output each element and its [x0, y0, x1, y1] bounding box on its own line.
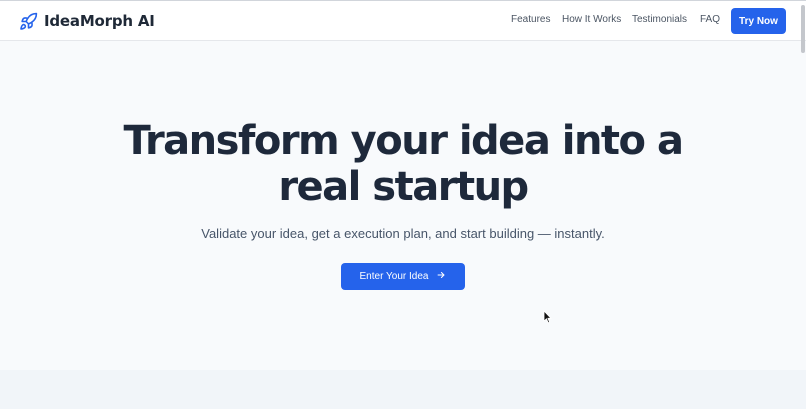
brand-name: IdeaMorph AI	[44, 12, 155, 30]
enter-your-idea-label: Enter Your Idea	[359, 271, 429, 282]
hero-subtitle: Validate your idea, get a execution plan…	[201, 226, 605, 241]
nav-item-testimonials[interactable]: Testimonials	[632, 14, 687, 25]
nav-item-features[interactable]: Features	[511, 14, 550, 25]
hero-title-line-2: real startup	[278, 164, 529, 210]
mouse-cursor-icon	[543, 310, 552, 324]
next-section	[0, 370, 806, 409]
enter-your-idea-button[interactable]: Enter Your Idea	[341, 263, 465, 290]
brand-logo[interactable]: IdeaMorph AI	[19, 10, 155, 32]
nav-item-faq[interactable]: FAQ	[700, 14, 720, 25]
nav-item-how-it-works[interactable]: How It Works	[562, 14, 621, 25]
arrow-right-icon	[436, 270, 446, 283]
try-now-button[interactable]: Try Now	[731, 8, 786, 34]
top-navbar: IdeaMorph AI Features How It Works Testi…	[0, 0, 806, 41]
hero-title-line-1: Transform your idea into a	[123, 118, 684, 164]
page-scrollbar[interactable]	[801, 5, 805, 53]
hero-title: Transform your idea into a real startup	[0, 118, 806, 210]
rocket-icon	[19, 12, 38, 31]
